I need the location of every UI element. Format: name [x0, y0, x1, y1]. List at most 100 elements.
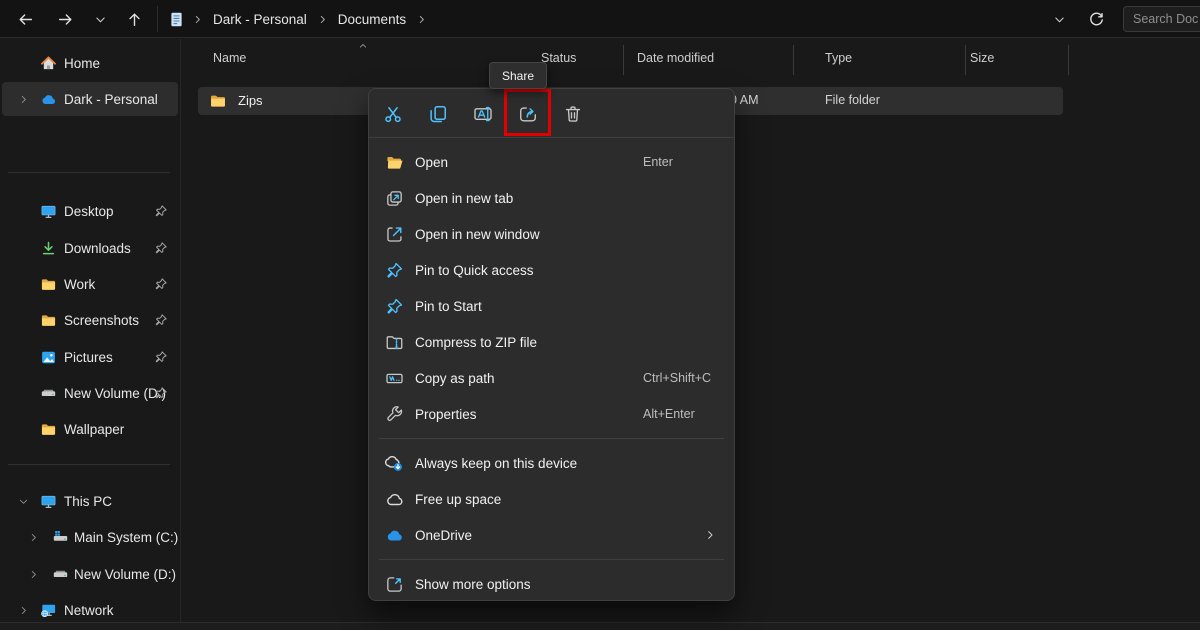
- menu-item-free-up-space[interactable]: Free up space: [373, 481, 730, 517]
- cloud-download-icon: [385, 454, 404, 473]
- address-dropdown-button[interactable]: [1046, 7, 1072, 31]
- pin-icon: [385, 297, 404, 316]
- column-header-date-modified[interactable]: Date modified: [637, 51, 714, 65]
- rename-button[interactable]: [465, 96, 501, 132]
- chevron-right-icon[interactable]: [28, 569, 39, 580]
- sidebar-item-label: Network: [64, 603, 114, 618]
- pin-icon: [154, 277, 168, 291]
- menu-item-pin-to-quick-access[interactable]: Pin to Quick access: [373, 252, 730, 288]
- sidebar-item-label: New Volume (D:): [64, 386, 166, 401]
- chevron-right-icon[interactable]: [18, 605, 29, 616]
- onedrive-cloud-icon: [40, 91, 57, 108]
- sidebar-item-wallpaper[interactable]: Wallpaper: [2, 412, 178, 446]
- this-pc-icon: [40, 493, 57, 510]
- sidebar-divider: [8, 464, 170, 465]
- menu-item-properties[interactable]: Properties Alt+Enter: [373, 396, 730, 432]
- refresh-button[interactable]: [1083, 7, 1109, 31]
- breadcrumb-chevron-icon: [192, 14, 203, 25]
- menu-divider: [379, 438, 724, 439]
- column-separator[interactable]: [965, 45, 966, 75]
- menu-item-label: Free up space: [415, 492, 501, 507]
- menu-item-label: Open: [415, 155, 448, 170]
- menu-item-label: Pin to Quick access: [415, 263, 534, 278]
- file-explorer-window: Dark - Personal Documents Home Dark - Pe…: [0, 0, 1200, 630]
- sidebar-item-work[interactable]: Work: [2, 267, 178, 301]
- sidebar-item-new-volume-d[interactable]: New Volume (D:): [2, 557, 178, 591]
- sidebar-item-pictures[interactable]: Pictures: [2, 340, 178, 374]
- column-separator[interactable]: [793, 45, 794, 75]
- sort-ascending-icon: [357, 40, 369, 52]
- pictures-icon: [40, 349, 57, 366]
- pin-icon: [154, 204, 168, 218]
- chevron-right-icon[interactable]: [28, 532, 39, 543]
- sidebar-item-this-pc[interactable]: This PC: [2, 484, 178, 518]
- copy-icon: [428, 104, 448, 124]
- sidebar-item-downloads[interactable]: Downloads: [2, 231, 178, 265]
- chevron-down-icon: [1053, 13, 1066, 26]
- up-button[interactable]: [121, 7, 147, 31]
- chevron-down-icon[interactable]: [18, 496, 29, 507]
- sidebar-item-main-system-c[interactable]: Main System (C:): [2, 520, 178, 554]
- context-menu-items: Open Enter Open in new tab Open in new w…: [369, 138, 734, 602]
- column-separator[interactable]: [1068, 45, 1069, 75]
- menu-item-show-more-options[interactable]: Show more options: [373, 566, 730, 602]
- breadcrumb-item-dark-personal[interactable]: Dark - Personal: [210, 10, 310, 29]
- menu-item-label: Compress to ZIP file: [415, 335, 537, 350]
- sidebar-item-new-volume-pinned[interactable]: New Volume (D:): [2, 376, 178, 410]
- home-icon: [40, 55, 57, 72]
- sidebar-item-label: Main System (C:): [74, 530, 178, 545]
- sidebar-item-label: Home: [64, 56, 100, 71]
- breadcrumb: Dark - Personal Documents: [168, 0, 427, 38]
- menu-item-shortcut: Alt+Enter: [643, 407, 695, 421]
- arrow-left-icon: [17, 11, 34, 28]
- file-type: File folder: [825, 93, 880, 107]
- menu-item-open-in-new-window[interactable]: Open in new window: [373, 216, 730, 252]
- sidebar-item-desktop[interactable]: Desktop: [2, 194, 178, 228]
- menu-item-always-keep-on-device[interactable]: Always keep on this device: [373, 445, 730, 481]
- recent-locations-button[interactable]: [87, 7, 113, 31]
- menu-item-copy-as-path[interactable]: Copy as path Ctrl+Shift+C: [373, 360, 730, 396]
- sidebar-item-label: Screenshots: [64, 313, 139, 328]
- sidebar-item-screenshots[interactable]: Screenshots: [2, 303, 178, 337]
- breadcrumb-item-documents[interactable]: Documents: [335, 10, 409, 29]
- breadcrumb-chevron-icon[interactable]: [416, 14, 427, 25]
- sidebar-item-dark-personal[interactable]: Dark - Personal: [2, 82, 178, 116]
- pin-icon: [154, 386, 168, 400]
- forward-button[interactable]: [52, 7, 78, 31]
- folder-icon: [40, 276, 57, 293]
- sidebar-item-home[interactable]: Home: [2, 46, 178, 80]
- menu-item-open-in-new-tab[interactable]: Open in new tab: [373, 180, 730, 216]
- menu-item-shortcut: Enter: [643, 155, 673, 169]
- menu-item-compress-to-zip[interactable]: Compress to ZIP file: [373, 324, 730, 360]
- breadcrumb-chevron-icon: [317, 14, 328, 25]
- column-header-type[interactable]: Type: [825, 51, 852, 65]
- open-new-tab-icon: [385, 189, 404, 208]
- cut-button[interactable]: [375, 96, 411, 132]
- copy-button[interactable]: [420, 96, 456, 132]
- share-icon: [518, 104, 538, 124]
- column-header-name[interactable]: Name: [213, 51, 246, 65]
- share-button[interactable]: [510, 96, 546, 132]
- back-button[interactable]: [12, 7, 38, 31]
- menu-item-label: Show more options: [415, 577, 531, 592]
- open-new-window-icon: [385, 225, 404, 244]
- status-bar: [0, 622, 1200, 630]
- menu-item-label: Always keep on this device: [415, 456, 577, 471]
- search-input[interactable]: [1123, 6, 1200, 32]
- chevron-right-icon[interactable]: [18, 94, 29, 105]
- delete-button[interactable]: [555, 96, 591, 132]
- menu-item-shortcut: Ctrl+Shift+C: [643, 371, 711, 385]
- onedrive-cloud-icon: [385, 526, 404, 545]
- column-header-size[interactable]: Size: [970, 51, 994, 65]
- column-separator[interactable]: [623, 45, 624, 75]
- menu-item-pin-to-start[interactable]: Pin to Start: [373, 288, 730, 324]
- menu-item-label: OneDrive: [415, 528, 472, 543]
- menu-item-open[interactable]: Open Enter: [373, 144, 730, 180]
- arrow-right-icon: [57, 11, 74, 28]
- chevron-down-icon: [94, 13, 107, 26]
- sidebar-item-label: Wallpaper: [64, 422, 124, 437]
- system-drive-icon: [52, 529, 69, 546]
- navigation-toolbar: Dark - Personal Documents: [0, 0, 1200, 38]
- menu-item-onedrive[interactable]: OneDrive: [373, 517, 730, 553]
- folder-icon: [40, 312, 57, 329]
